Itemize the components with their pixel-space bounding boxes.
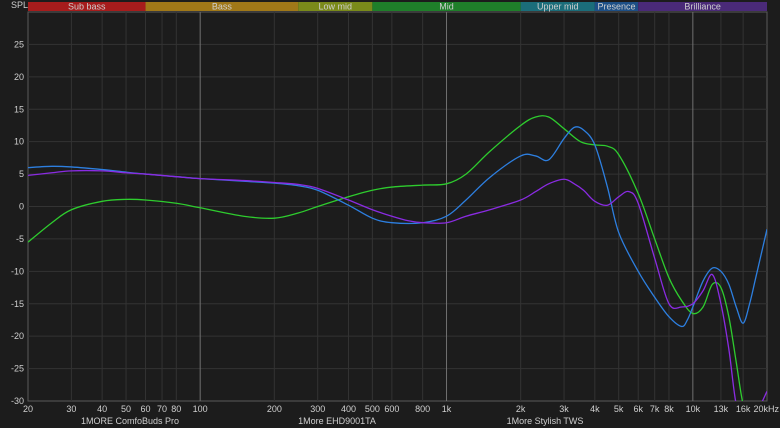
x-tick-label: 200 bbox=[267, 404, 282, 414]
x-tick-label: 13k bbox=[714, 404, 729, 414]
y-tick-label: 0 bbox=[19, 202, 24, 212]
x-tick-label: 30 bbox=[66, 404, 76, 414]
y-tick-label: -20 bbox=[11, 331, 24, 341]
y-tick-label: -5 bbox=[16, 234, 24, 244]
frequency-response-chart: Sub bass Bass Low mid Mid Upper mid Presence B… bbox=[0, 0, 780, 428]
y-tick-label: -15 bbox=[11, 299, 24, 309]
legend-entry: 1MORE ComfoBuds Pro bbox=[81, 416, 179, 426]
band-label: Sub bass bbox=[68, 2, 106, 12]
x-tick-label: 40 bbox=[97, 404, 107, 414]
x-tick-label: 50 bbox=[121, 404, 131, 414]
y-tick-label: -10 bbox=[11, 266, 24, 276]
band-label: Upper mid bbox=[537, 2, 579, 12]
x-tick-label: 20kHz bbox=[753, 404, 779, 414]
x-tick-label: 5k bbox=[614, 404, 624, 414]
x-tick-label: 2k bbox=[516, 404, 526, 414]
band-label: Low mid bbox=[319, 2, 353, 12]
y-tick-label: 20 bbox=[14, 72, 24, 82]
x-tick-label: 4k bbox=[590, 404, 600, 414]
x-tick-label: 10k bbox=[686, 404, 701, 414]
x-tick-label: 7k bbox=[650, 404, 660, 414]
y-axis-label: SPL bbox=[11, 0, 28, 10]
x-tick-label: 8k bbox=[664, 404, 674, 414]
y-tick-label: 25 bbox=[14, 39, 24, 49]
x-tick-label: 500 bbox=[365, 404, 380, 414]
x-tick-label: 80 bbox=[171, 404, 181, 414]
x-tick-label: 6k bbox=[633, 404, 643, 414]
y-tick-label: 15 bbox=[14, 104, 24, 114]
frequency-bands: Sub bass Bass Low mid Mid Upper mid Presence B… bbox=[28, 2, 767, 12]
band-label: Bass bbox=[212, 2, 233, 12]
x-tick-label: 600 bbox=[384, 404, 399, 414]
x-tick-label: 300 bbox=[310, 404, 325, 414]
y-tick-label: 5 bbox=[19, 169, 24, 179]
x-tick-label: 1k bbox=[442, 404, 452, 414]
legend-entry: 1More Stylish TWS bbox=[507, 416, 584, 426]
x-tick-label: 3k bbox=[559, 404, 569, 414]
band-label: Mid bbox=[439, 2, 454, 12]
legend: 1MORE ComfoBuds Pro 1More EHD9001TA 1More … bbox=[81, 416, 583, 426]
x-tick-label: 100 bbox=[193, 404, 208, 414]
x-tick-label: 70 bbox=[157, 404, 167, 414]
y-tick-label: 10 bbox=[14, 137, 24, 147]
chart-background bbox=[0, 0, 780, 428]
x-tick-label: 16k bbox=[736, 404, 751, 414]
x-tick-label: 60 bbox=[141, 404, 151, 414]
legend-entry: 1More EHD9001TA bbox=[298, 416, 376, 426]
x-tick-label: 400 bbox=[341, 404, 356, 414]
band-label: Brilliance bbox=[684, 2, 721, 12]
x-tick-label: 800 bbox=[415, 404, 430, 414]
band-label: Presence bbox=[597, 2, 635, 12]
x-tick-label: 20 bbox=[23, 404, 33, 414]
y-tick-label: -25 bbox=[11, 364, 24, 374]
